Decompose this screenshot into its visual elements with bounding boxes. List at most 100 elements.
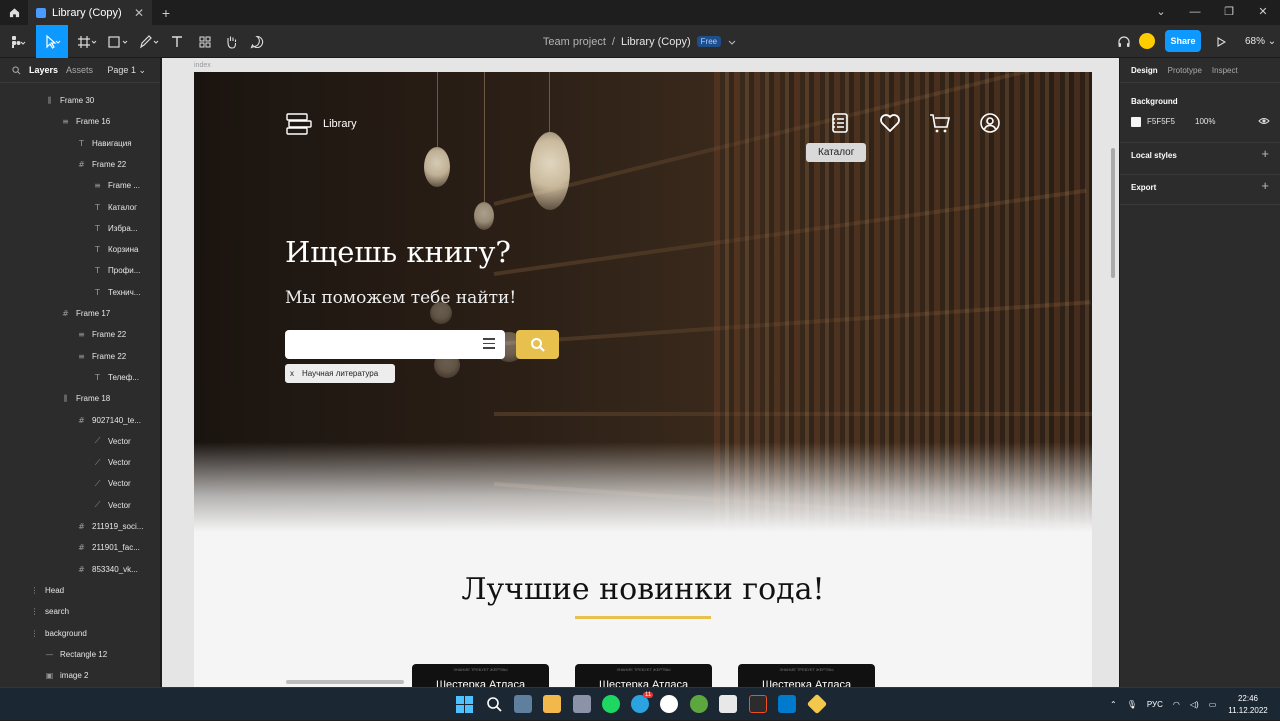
book-card[interactable]: ЗНАНИЕ ТРЕБУЕТ ЖЕРТВЫ Шестерка Атласа xyxy=(412,664,549,687)
layer-row[interactable]: ⋮ search xyxy=(30,601,70,622)
search-input[interactable] xyxy=(285,330,505,359)
audio-button[interactable] xyxy=(1114,25,1134,58)
search-icon[interactable] xyxy=(12,65,21,75)
project-name[interactable]: Team project xyxy=(543,36,606,48)
canvas[interactable]: index Library Каталог Ищешь книгу? Мы по… xyxy=(162,58,1119,687)
add-export-button[interactable]: + xyxy=(1261,178,1269,193)
file-explorer-icon[interactable] xyxy=(543,695,561,713)
canvas-vertical-scrollbar[interactable] xyxy=(1111,148,1115,278)
search-icon[interactable] xyxy=(486,696,503,713)
app-icon[interactable] xyxy=(719,695,737,713)
index-frame[interactable]: Library Каталог Ищешь книгу? Мы поможем … xyxy=(194,72,1092,687)
bg-opacity-value[interactable]: 100% xyxy=(1195,117,1215,126)
task-view-icon[interactable] xyxy=(514,695,532,713)
wifi-icon[interactable]: ◠ xyxy=(1173,700,1180,709)
layer-row[interactable]: ⫼ Frame 30 xyxy=(45,90,95,111)
layer-row[interactable]: T Каталог xyxy=(93,197,137,218)
layer-row[interactable]: ⋮ background xyxy=(30,623,87,644)
carousel-scrollbar[interactable] xyxy=(286,680,404,684)
tab-assets[interactable]: Assets xyxy=(66,65,93,75)
minimize-button[interactable]: — xyxy=(1178,0,1212,25)
shape-tool[interactable] xyxy=(104,25,132,58)
layer-row[interactable]: ⟋ Vector xyxy=(93,495,131,516)
layer-row[interactable]: ≡ Frame 22 xyxy=(77,346,126,367)
add-style-button[interactable]: + xyxy=(1261,146,1269,161)
home-button[interactable] xyxy=(0,0,28,25)
tray-overflow-icon[interactable]: ⌃ xyxy=(1110,700,1117,709)
layer-row[interactable]: T Профи... xyxy=(93,260,140,281)
present-button[interactable] xyxy=(1212,25,1230,58)
layer-row[interactable]: #211919_soci... xyxy=(77,516,143,537)
close-window-button[interactable]: ✕ xyxy=(1246,0,1280,25)
volume-icon[interactable]: ◁) xyxy=(1190,700,1199,709)
layer-row[interactable]: #211901_fac... xyxy=(77,537,140,558)
layer-row[interactable]: ⟋ Vector xyxy=(93,473,131,494)
layer-row[interactable]: T Избра... xyxy=(93,218,137,239)
frame-name-label[interactable]: index xyxy=(194,62,211,69)
maximize-button[interactable]: ❐ xyxy=(1212,0,1246,25)
layer-row[interactable]: ≡ Frame 22 xyxy=(77,324,126,345)
app-icon[interactable] xyxy=(806,693,828,715)
share-button[interactable]: Share xyxy=(1165,30,1201,52)
search-button[interactable] xyxy=(516,330,559,359)
tab-inspect[interactable]: Inspect xyxy=(1212,66,1238,75)
zoom-control[interactable]: 68% ⌄ xyxy=(1245,25,1276,58)
dropdown-icon[interactable]: ⌄ xyxy=(1144,0,1178,25)
color-swatch[interactable] xyxy=(1131,117,1141,127)
language-indicator[interactable]: РУС xyxy=(1147,700,1163,709)
chevron-down-icon[interactable] xyxy=(727,37,737,47)
tab-layers[interactable]: Layers xyxy=(29,65,58,75)
book-card[interactable]: ЗНАНИЕ ТРЕБУЕТ ЖЕРТВЫ Шестерка Атласа xyxy=(575,664,712,687)
filter-menu-icon[interactable] xyxy=(483,338,495,352)
layer-row[interactable]: ⟋ Vector xyxy=(93,431,131,452)
chip-remove-icon[interactable]: x xyxy=(290,369,294,378)
layer-row[interactable]: #853340_vk... xyxy=(77,559,138,580)
cart-icon[interactable] xyxy=(929,112,951,134)
layer-row[interactable]: — Rectangle 12 xyxy=(45,644,108,665)
layer-row[interactable]: ⟋ Vector xyxy=(93,452,131,473)
avatar[interactable] xyxy=(1139,33,1155,49)
new-tab-button[interactable]: + xyxy=(152,5,180,21)
app-icon[interactable] xyxy=(573,695,591,713)
catalog-icon[interactable] xyxy=(829,112,851,134)
page-selector[interactable]: Page 1 ⌄ xyxy=(107,65,146,76)
vscode-icon[interactable] xyxy=(778,695,796,713)
comment-tool[interactable] xyxy=(246,25,268,58)
close-tab-icon[interactable]: ✕ xyxy=(134,6,144,20)
pen-tool[interactable] xyxy=(136,25,162,58)
filter-chip[interactable]: x Научная литература xyxy=(285,364,395,383)
file-tab[interactable]: Library (Copy) ✕ xyxy=(28,0,152,25)
file-name[interactable]: Library (Copy) xyxy=(621,36,691,48)
layer-row[interactable]: ⋮ Head xyxy=(30,580,65,601)
eye-icon[interactable] xyxy=(1258,116,1270,126)
resources-tool[interactable] xyxy=(194,25,216,58)
layer-row[interactable]: T Технич... xyxy=(93,282,140,303)
layer-row[interactable]: T Навигация xyxy=(77,133,131,154)
site-logo[interactable]: Library xyxy=(285,110,357,138)
profile-icon[interactable] xyxy=(979,112,1001,134)
microphone-icon[interactable]: 🎙 xyxy=(1127,700,1137,709)
yandex-browser-icon[interactable] xyxy=(660,695,678,713)
text-tool[interactable] xyxy=(166,25,188,58)
battery-icon[interactable]: ▭ xyxy=(1209,700,1217,709)
app-icon[interactable] xyxy=(690,695,708,713)
main-menu-button[interactable] xyxy=(4,25,32,58)
layer-row[interactable]: ⫼ Frame 18 xyxy=(61,388,111,409)
layer-row[interactable]: # Frame 22 xyxy=(77,154,126,175)
bg-hex-value[interactable]: F5F5F5 xyxy=(1147,117,1175,126)
spotify-icon[interactable] xyxy=(602,695,620,713)
hand-tool[interactable] xyxy=(220,25,242,58)
layer-row[interactable]: ≡ Frame 16 xyxy=(61,111,110,132)
layer-row[interactable]: # Frame 17 xyxy=(61,303,110,324)
tab-prototype[interactable]: Prototype xyxy=(1168,66,1202,75)
layer-row[interactable]: #9027140_te... xyxy=(77,410,141,431)
clock[interactable]: 22:46 11.12.2022 xyxy=(1228,693,1268,717)
layer-row[interactable]: ▣ image 2 xyxy=(45,665,89,686)
layer-row[interactable]: ≡ Frame ... xyxy=(93,175,140,196)
windows-start-icon[interactable] xyxy=(456,696,473,713)
move-tool[interactable] xyxy=(36,25,68,58)
layer-row[interactable]: T Телеф... xyxy=(93,367,139,388)
layer-row[interactable]: T Корзина xyxy=(93,239,138,260)
figma-icon[interactable] xyxy=(749,695,767,713)
book-card[interactable]: ЗНАНИЕ ТРЕБУЕТ ЖЕРТВЫ Шестерка Атласа xyxy=(738,664,875,687)
